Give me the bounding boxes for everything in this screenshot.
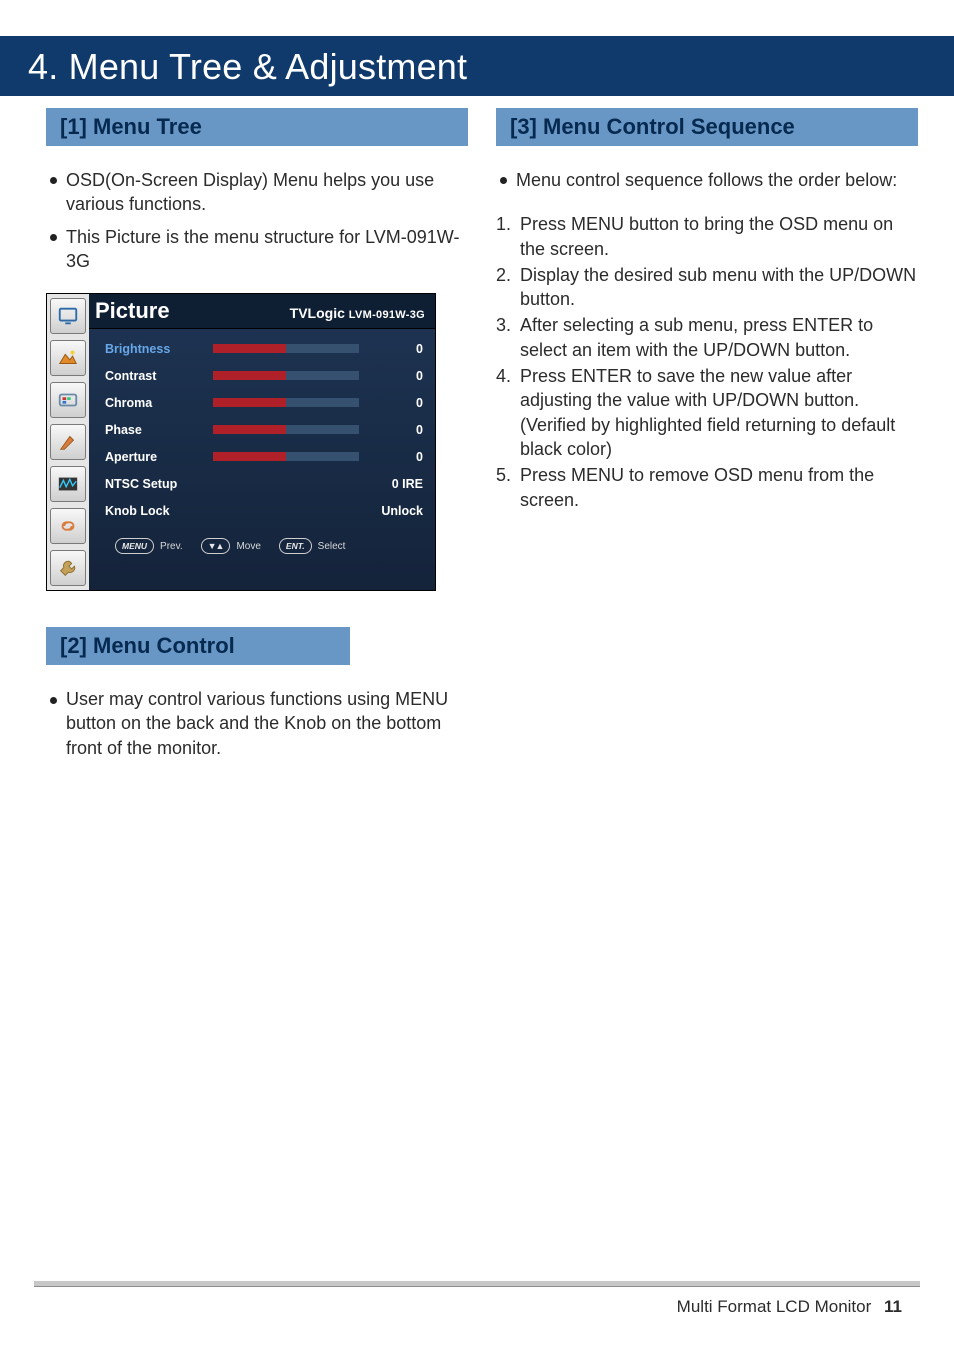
- osd-items: Brightness 0 Contrast 0 Chroma 0: [89, 329, 435, 526]
- hint-button: ENT.: [279, 538, 312, 554]
- osd-screenshot: Picture TVLogic LVM-091W-3G Brightness 0…: [46, 293, 436, 591]
- footer-divider: [34, 1281, 920, 1287]
- osd-item-value: Unlock: [369, 504, 423, 518]
- content-columns: [1] Menu Tree OSD(On-Screen Display) Men…: [46, 108, 918, 780]
- section3-bullets: Menu control sequence follows the order …: [496, 168, 918, 192]
- step-item: Press MENU button to bring the OSD menu …: [496, 212, 918, 261]
- osd-item-value: 0: [369, 450, 423, 464]
- bullet-item: OSD(On-Screen Display) Menu helps you us…: [48, 168, 468, 217]
- osd-row: NTSC Setup 0 IRE: [105, 470, 423, 497]
- osd-row: Phase 0: [105, 416, 423, 443]
- osd-item-label: Aperture: [105, 450, 203, 464]
- osd-item-label: Phase: [105, 423, 203, 437]
- palette-icon: [50, 382, 86, 418]
- osd-row: Brightness 0: [105, 335, 423, 362]
- section-heading-1: [1] Menu Tree: [46, 108, 468, 146]
- page-title: 4. Menu Tree & Adjustment: [0, 36, 954, 96]
- section2: [2] Menu Control User may control variou…: [46, 627, 468, 760]
- waveform-icon: [50, 466, 86, 502]
- section3-steps: Press MENU button to bring the OSD menu …: [496, 212, 918, 512]
- osd-gauge: [213, 452, 359, 461]
- section1-bullets: OSD(On-Screen Display) Menu helps you us…: [46, 168, 468, 273]
- hint-label: Select: [318, 541, 346, 552]
- scene-icon: [50, 340, 86, 376]
- step-item: Press ENTER to save the new value after …: [496, 364, 918, 461]
- osd-hint: ENT. Select: [279, 538, 346, 554]
- bullet-item: This Picture is the menu structure for L…: [48, 225, 468, 274]
- hint-button: ▼▲: [201, 538, 231, 554]
- osd-icon-rail: [47, 294, 89, 590]
- osd-gauge: [213, 344, 359, 353]
- footer: Multi Format LCD Monitor 11: [677, 1297, 902, 1317]
- marker-icon: [50, 424, 86, 460]
- osd-item-value: 0: [369, 396, 423, 410]
- monitor-icon: [50, 298, 86, 334]
- osd-item-label: Contrast: [105, 369, 203, 383]
- bullet-item: User may control various functions using…: [48, 687, 468, 760]
- osd-row: Aperture 0: [105, 443, 423, 470]
- step-item: Display the desired sub menu with the UP…: [496, 263, 918, 312]
- osd-item-label: NTSC Setup: [105, 477, 203, 491]
- osd-hints: MENU Prev. ▼▲ Move ENT. Select: [89, 526, 435, 566]
- section-heading-3: [3] Menu Control Sequence: [496, 108, 918, 146]
- bullet-item: Menu control sequence follows the order …: [498, 168, 918, 192]
- section2-bullets: User may control various functions using…: [46, 687, 468, 760]
- osd-gauge: [213, 425, 359, 434]
- osd-brand-model: TVLogic LVM-091W-3G: [290, 305, 425, 321]
- step-item: After selecting a sub menu, press ENTER …: [496, 313, 918, 362]
- osd-model: LVM-091W-3G: [349, 309, 425, 321]
- wrench-icon: [50, 550, 86, 586]
- link-icon: [50, 508, 86, 544]
- footer-label: Multi Format LCD Monitor: [677, 1297, 872, 1316]
- osd-item-value: 0: [369, 342, 423, 356]
- hint-button: MENU: [115, 538, 154, 554]
- osd-gauge: [213, 398, 359, 407]
- osd-body: Picture TVLogic LVM-091W-3G Brightness 0…: [89, 294, 435, 590]
- osd-item-label: Knob Lock: [105, 504, 203, 518]
- osd-row: Chroma 0: [105, 389, 423, 416]
- osd-row: Knob Lock Unlock: [105, 497, 423, 524]
- step-item: Press MENU to remove OSD menu from the s…: [496, 463, 918, 512]
- osd-item-value: 0 IRE: [369, 477, 423, 491]
- osd-item-label: Brightness: [105, 342, 203, 356]
- page-number: 11: [884, 1297, 902, 1316]
- osd-item-value: 0: [369, 423, 423, 437]
- osd-hint: MENU Prev.: [115, 538, 183, 554]
- right-column: [3] Menu Control Sequence Menu control s…: [496, 108, 918, 780]
- osd-row: Contrast 0: [105, 362, 423, 389]
- hint-label: Move: [236, 541, 260, 552]
- osd-header: Picture TVLogic LVM-091W-3G: [89, 294, 435, 329]
- osd-brand: TVLogic: [290, 305, 345, 321]
- osd-item-value: 0: [369, 369, 423, 383]
- section-heading-2: [2] Menu Control: [46, 627, 350, 665]
- osd-item-label: Chroma: [105, 396, 203, 410]
- osd-hint: ▼▲ Move: [201, 538, 261, 554]
- osd-gauge: [213, 371, 359, 380]
- hint-label: Prev.: [160, 541, 183, 552]
- osd-category: Picture: [95, 298, 170, 324]
- left-column: [1] Menu Tree OSD(On-Screen Display) Men…: [46, 108, 468, 780]
